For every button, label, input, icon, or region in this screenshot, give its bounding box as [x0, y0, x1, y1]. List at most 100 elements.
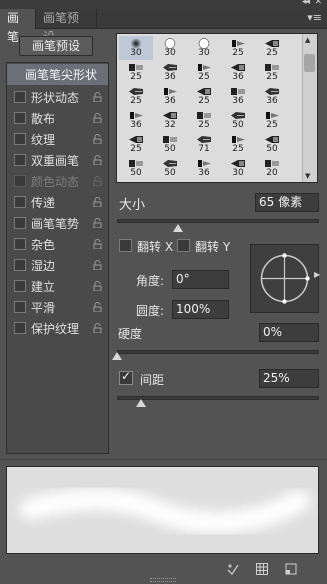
flip-y-checkbox[interactable]: 翻转 Y: [177, 238, 235, 254]
spacing-slider-thumb[interactable]: [136, 399, 147, 407]
hardness-field[interactable]: 0%: [259, 323, 319, 342]
lock-icon[interactable]: [93, 239, 102, 249]
panel-menu-icon[interactable]: ▾≡: [307, 11, 322, 24]
brush-tip-1-1[interactable]: 36: [153, 60, 187, 84]
sidebar-item-brush-tip-shape[interactable]: 画笔笔尖形状: [7, 64, 108, 85]
brush-tip-2-0[interactable]: 25: [119, 84, 153, 108]
checkbox[interactable]: [119, 369, 133, 385]
lock-icon[interactable]: [93, 260, 102, 270]
spacing-field[interactable]: 25%: [259, 369, 319, 388]
angle-roundness-widget[interactable]: [250, 244, 319, 313]
brush-tip-4-3[interactable]: 25: [221, 132, 255, 156]
brush-tip-3-1[interactable]: 32: [153, 108, 187, 132]
lock-icon[interactable]: [93, 113, 102, 123]
tab-brush-presets[interactable]: 画笔预设: [36, 9, 97, 44]
sidebar-item-shape-dynamics[interactable]: 形状动态: [7, 87, 108, 108]
collapse-panel-icon[interactable]: ◂◂: [302, 0, 310, 7]
brush-tip-5-0[interactable]: 50: [119, 156, 153, 180]
checkbox[interactable]: [14, 217, 26, 229]
sidebar-item-noise[interactable]: 杂色: [7, 234, 108, 255]
roundness-field[interactable]: 100%: [172, 300, 229, 319]
brush-tip-0-2[interactable]: 30: [187, 36, 221, 60]
brush-tip-3-2[interactable]: 25: [187, 108, 221, 132]
brush-tip-3-4[interactable]: 25: [255, 108, 289, 132]
lock-icon[interactable]: [93, 302, 102, 312]
brush-tip-2-4[interactable]: 36: [255, 84, 289, 108]
brush-tip-0-4[interactable]: 25: [255, 36, 289, 60]
checkbox[interactable]: [14, 154, 26, 166]
brush-tip-picker[interactable]: 30 30 30 25 25 25 36 25 36 25 25 36 25 36 36 36 32 25 50 25…: [116, 33, 318, 183]
brush-tip-5-1[interactable]: 50: [153, 156, 187, 180]
brush-tip-size: 50: [164, 144, 176, 154]
sidebar-item-transfer[interactable]: 传递: [7, 192, 108, 213]
scrollbar-thumb[interactable]: [304, 54, 315, 72]
scroll-up-icon[interactable]: ▲: [305, 36, 310, 44]
spacing-slider[interactable]: [117, 396, 319, 400]
angle-field[interactable]: 0°: [172, 270, 229, 289]
brush-tip-5-2[interactable]: 36: [187, 156, 221, 180]
checkbox[interactable]: [14, 91, 26, 103]
flip-x-checkbox[interactable]: 翻转 X: [119, 238, 177, 254]
spacing-checkbox[interactable]: 间距: [119, 369, 179, 387]
brush-tip-4-2[interactable]: 71: [187, 132, 221, 156]
sidebar-item-wet-edges[interactable]: 湿边: [7, 255, 108, 276]
lock-icon[interactable]: [93, 155, 102, 165]
tab-brush[interactable]: 画笔: [0, 9, 36, 44]
brush-tip-3-0[interactable]: 36: [119, 108, 153, 132]
brush-tip-5-4[interactable]: 20: [255, 156, 289, 180]
grid-icon[interactable]: [255, 562, 269, 576]
brush-tip-4-0[interactable]: 25: [119, 132, 153, 156]
brush-tip-0-1[interactable]: 30: [153, 36, 187, 60]
brush-tip-1-4[interactable]: 25: [255, 60, 289, 84]
sidebar-item-dual-brush[interactable]: 双重画笔: [7, 150, 108, 171]
checkbox[interactable]: [14, 322, 26, 334]
close-panel-icon[interactable]: ✕: [314, 0, 322, 7]
brush-toggle-icon[interactable]: [226, 562, 240, 576]
lock-icon[interactable]: [93, 197, 102, 207]
brush-tip-0-0[interactable]: 30: [119, 36, 153, 60]
brush-tip-5-3[interactable]: 30: [221, 156, 255, 180]
brush-tip-2-1[interactable]: 36: [153, 84, 187, 108]
lock-icon[interactable]: [93, 281, 102, 291]
size-slider[interactable]: [117, 219, 319, 223]
brush-tip-4-1[interactable]: 50: [153, 132, 187, 156]
brush-tip-1-2[interactable]: 25: [187, 60, 221, 84]
lock-icon[interactable]: [93, 218, 102, 228]
brush-tip-4-4[interactable]: 50: [255, 132, 289, 156]
sidebar-item-scattering[interactable]: 散布: [7, 108, 108, 129]
checkbox[interactable]: [119, 239, 132, 252]
checkbox[interactable]: [14, 301, 26, 313]
brush-presets-button[interactable]: 画笔预设: [19, 36, 93, 56]
checkbox[interactable]: [14, 196, 26, 208]
resize-grip[interactable]: [150, 578, 176, 582]
brush-tip-size: 36: [266, 96, 278, 106]
brush-tip-0-3[interactable]: 25: [221, 36, 255, 60]
brush-tip-3-3[interactable]: 50: [221, 108, 255, 132]
lock-icon[interactable]: [93, 323, 102, 333]
hardness-slider-thumb[interactable]: [112, 352, 122, 360]
sidebar-item-brush-pose[interactable]: 画笔笔势: [7, 213, 108, 234]
checkbox[interactable]: [14, 280, 26, 292]
lock-icon[interactable]: [93, 92, 102, 102]
sidebar-item-texture[interactable]: 纹理: [7, 129, 108, 150]
checkbox[interactable]: [14, 133, 26, 145]
scroll-down-icon[interactable]: ▼: [305, 172, 310, 180]
brush-tip-1-0[interactable]: 25: [119, 60, 153, 84]
flip-x-label: 翻转 X: [137, 240, 174, 254]
brush-tip-1-3[interactable]: 36: [221, 60, 255, 84]
checkbox[interactable]: [14, 238, 26, 250]
sidebar-item-protect-texture[interactable]: 保护纹理: [7, 318, 108, 339]
angle-dial-icon[interactable]: [251, 245, 318, 312]
checkbox[interactable]: [14, 259, 26, 271]
new-brush-icon[interactable]: [284, 562, 298, 576]
brush-tip-2-3[interactable]: 36: [221, 84, 255, 108]
sidebar-item-smoothing[interactable]: 平滑: [7, 297, 108, 318]
brush-tip-2-2[interactable]: 25: [187, 84, 221, 108]
size-slider-thumb[interactable]: [172, 224, 183, 232]
checkbox[interactable]: [14, 112, 26, 124]
size-field[interactable]: 65 像素: [255, 193, 319, 212]
lock-icon[interactable]: [93, 134, 102, 144]
hardness-slider[interactable]: [117, 350, 319, 354]
sidebar-item-build-up[interactable]: 建立: [7, 276, 108, 297]
checkbox[interactable]: [177, 239, 190, 252]
